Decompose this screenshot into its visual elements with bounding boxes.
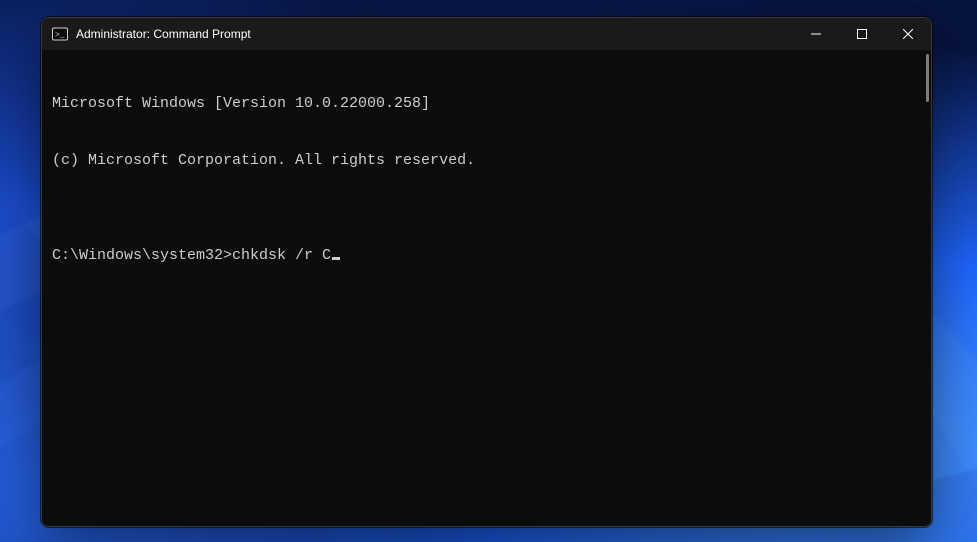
- terminal-line: Microsoft Windows [Version 10.0.22000.25…: [52, 94, 921, 113]
- maximize-button[interactable]: [839, 18, 885, 50]
- vertical-scrollbar[interactable]: [926, 54, 929, 102]
- command-prompt-window: >_ Administrator: Command Prompt Microso…: [41, 17, 932, 527]
- terminal-command: chkdsk /r C: [232, 247, 331, 264]
- titlebar[interactable]: >_ Administrator: Command Prompt: [42, 18, 931, 50]
- terminal-prompt: C:\Windows\system32>: [52, 247, 232, 264]
- terminal-prompt-line: C:\Windows\system32>chkdsk /r C: [52, 246, 921, 265]
- terminal-cursor: [332, 257, 340, 260]
- command-prompt-icon: >_: [52, 26, 68, 42]
- window-controls: [793, 18, 931, 50]
- svg-text:>_: >_: [55, 31, 65, 40]
- minimize-button[interactable]: [793, 18, 839, 50]
- terminal-line: (c) Microsoft Corporation. All rights re…: [52, 151, 921, 170]
- window-title: Administrator: Command Prompt: [76, 18, 251, 50]
- close-button[interactable]: [885, 18, 931, 50]
- terminal-output[interactable]: Microsoft Windows [Version 10.0.22000.25…: [42, 50, 931, 526]
